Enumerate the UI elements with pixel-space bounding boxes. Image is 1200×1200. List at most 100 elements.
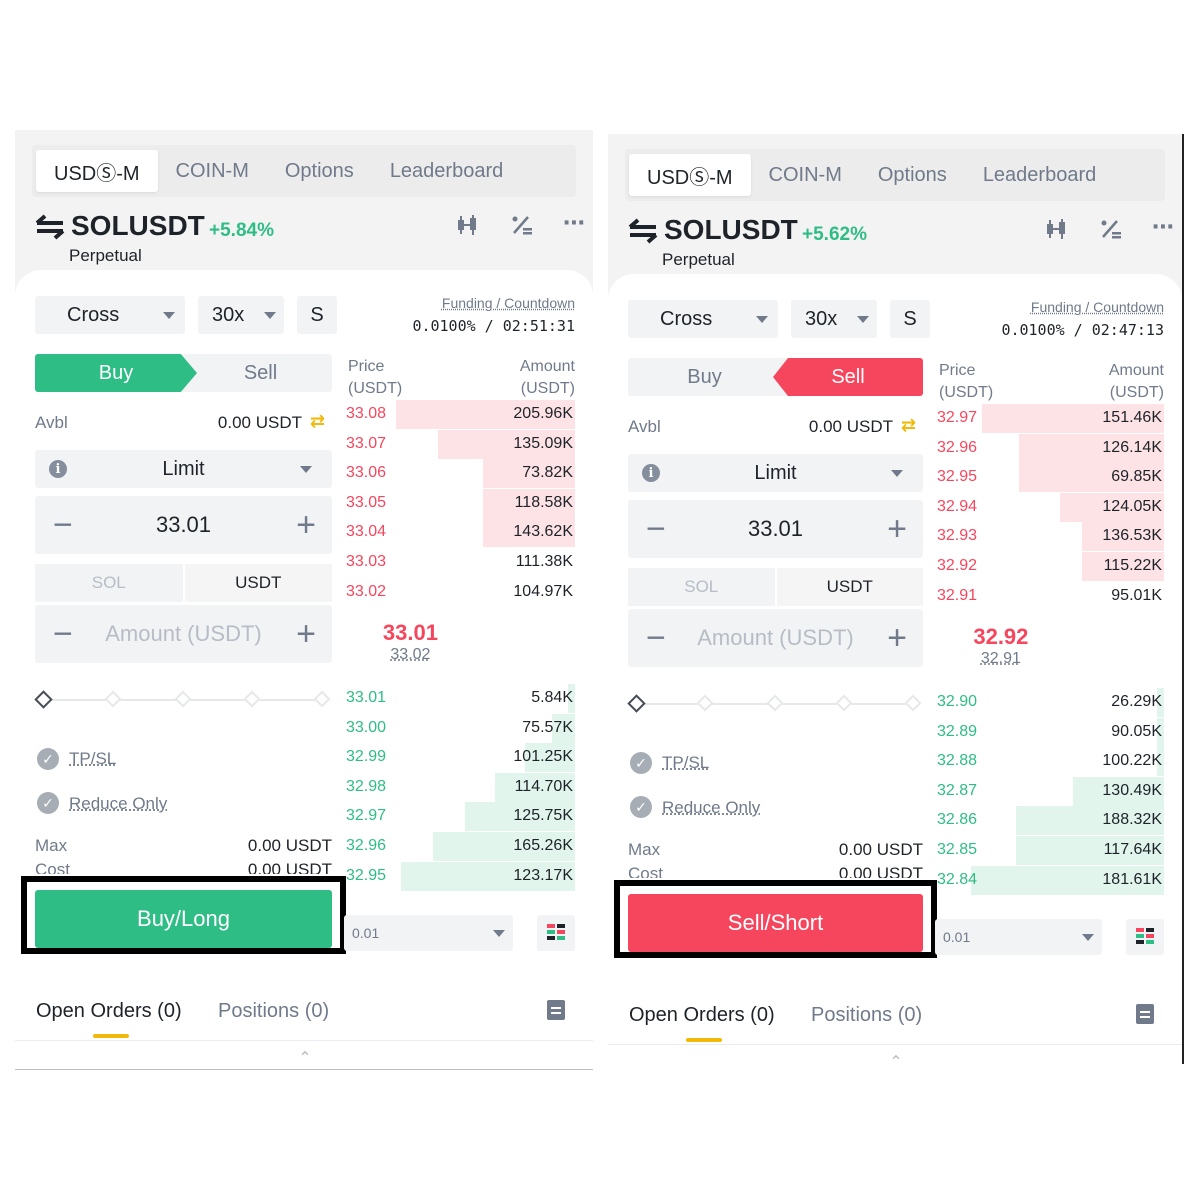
expand-chevron-icon[interactable]: ⌃	[889, 1052, 902, 1062]
slider-handle[interactable]	[627, 694, 646, 713]
tab-coin-m[interactable]: COIN-M	[158, 150, 267, 192]
reduce-only-checkbox[interactable]: ✓	[37, 792, 59, 814]
ask-row[interactable]: 32.93 136.53K	[937, 522, 1164, 552]
percent-calculator-icon[interactable]	[509, 214, 535, 242]
leverage-slider[interactable]	[627, 694, 923, 714]
bid-row[interactable]: 32.96 165.26K	[346, 832, 575, 861]
reduce-only-label[interactable]: Reduce Only	[69, 794, 167, 814]
leverage-slider[interactable]	[34, 690, 332, 710]
last-price-block[interactable]: 32.92 32.91	[939, 624, 1063, 668]
plus-icon[interactable]: +	[887, 500, 907, 558]
asset-mode-button[interactable]: S	[890, 300, 930, 338]
candlestick-chart-icon[interactable]	[1044, 218, 1070, 246]
unit-sol[interactable]: SOL	[628, 568, 775, 606]
tab-positions[interactable]: Positions (0)	[218, 1000, 329, 1023]
leverage-select[interactable]: 30x	[198, 296, 284, 334]
bid-row[interactable]: 32.85 117.64K	[937, 836, 1164, 865]
buy-sell-toggle[interactable]: Buy Sell	[35, 354, 332, 392]
symbol-name[interactable]: SOLUSDT	[71, 210, 205, 242]
ask-row[interactable]: 33.08 205.96K	[346, 400, 575, 429]
tpsl-checkbox[interactable]: ✓	[630, 752, 652, 774]
price-input[interactable]: −33.01 +	[35, 496, 332, 554]
tpsl-checkbox[interactable]: ✓	[37, 748, 59, 770]
unit-usdt[interactable]: USDT	[776, 568, 923, 606]
bid-row[interactable]: 32.89 90.05K	[937, 717, 1164, 747]
ask-row[interactable]: 32.95 69.85K	[937, 463, 1164, 493]
sell-tab[interactable]: Sell	[189, 354, 332, 392]
tab-positions[interactable]: Positions (0)	[811, 1004, 922, 1027]
bid-row[interactable]: 32.88 100.22K	[937, 747, 1164, 777]
sell-tab[interactable]: Sell	[773, 358, 923, 396]
ask-row[interactable]: 32.94 124.05K	[937, 492, 1164, 522]
tab-options[interactable]: Options	[860, 154, 965, 196]
unit-toggle[interactable]: SOL USDT	[35, 564, 332, 602]
tab-usds-m[interactable]: USDⓈ-M	[36, 150, 158, 192]
plus-icon[interactable]: +	[296, 496, 316, 554]
bid-row[interactable]: 32.98 114.70K	[346, 772, 575, 802]
swap-arrows-icon[interactable]	[33, 214, 67, 240]
ask-row[interactable]: 33.02 104.97K	[346, 578, 575, 607]
bid-row[interactable]: 32.90 26.29K	[937, 688, 1164, 717]
tab-open-orders[interactable]: Open Orders (0)	[629, 1004, 775, 1027]
bid-row[interactable]: 33.01 5.84K	[346, 684, 575, 713]
plus-icon[interactable]: +	[296, 605, 316, 663]
ask-row[interactable]: 32.92 115.22K	[937, 552, 1164, 581]
orders-history-icon[interactable]	[547, 1000, 565, 1020]
transfer-icon[interactable]: ⇄	[901, 415, 916, 436]
order-book-layout-icon[interactable]	[537, 915, 575, 951]
tab-options[interactable]: Options	[267, 150, 372, 192]
tab-leaderboard[interactable]: Leaderboard	[372, 150, 521, 192]
bid-row[interactable]: 33.00 75.57K	[346, 713, 575, 743]
unit-usdt[interactable]: USDT	[184, 564, 332, 602]
percent-calculator-icon[interactable]	[1098, 218, 1124, 246]
order-book-layout-icon[interactable]	[1126, 919, 1164, 955]
orders-history-icon[interactable]	[1136, 1004, 1154, 1024]
ask-row[interactable]: 33.05 118.58K	[346, 488, 575, 518]
price-input[interactable]: −33.01 +	[628, 500, 923, 558]
ask-row[interactable]: 33.03 111.38K	[346, 548, 575, 577]
reduce-only-label[interactable]: Reduce Only	[662, 798, 760, 818]
ask-row[interactable]: 32.96 126.14K	[937, 433, 1164, 463]
ask-row[interactable]: 32.97 151.46K	[937, 404, 1164, 433]
slider-handle[interactable]	[34, 690, 53, 709]
tpsl-label[interactable]: TP/SL	[69, 749, 116, 769]
tab-open-orders[interactable]: Open Orders (0)	[36, 1000, 182, 1023]
last-price-block[interactable]: 33.01 33.02	[348, 620, 473, 664]
amount-input[interactable]: − Amount (USDT) +	[35, 605, 332, 663]
symbol-name[interactable]: SOLUSDT	[664, 214, 798, 246]
unit-sol[interactable]: SOL	[35, 564, 183, 602]
more-icon[interactable]: ⋯	[563, 210, 586, 236]
leverage-select[interactable]: 30x	[791, 300, 877, 338]
bid-row[interactable]: 32.99 101.25K	[346, 743, 575, 773]
bid-row[interactable]: 32.84 181.61K	[937, 865, 1164, 895]
margin-mode-select[interactable]: Cross	[35, 296, 185, 334]
ask-row[interactable]: 33.04 143.62K	[346, 518, 575, 548]
bid-row[interactable]: 32.97 125.75K	[346, 802, 575, 832]
unit-toggle[interactable]: SOL USDT	[628, 568, 923, 606]
precision-select[interactable]: 0.01	[344, 915, 513, 951]
tab-leaderboard[interactable]: Leaderboard	[965, 154, 1114, 196]
order-type-select[interactable]: i Limit	[35, 450, 332, 488]
reduce-only-checkbox[interactable]: ✓	[630, 796, 652, 818]
buy-tab[interactable]: Buy	[35, 354, 197, 392]
ask-row[interactable]: 33.07 135.09K	[346, 429, 575, 459]
tab-coin-m[interactable]: COIN-M	[751, 154, 860, 196]
buy-sell-toggle[interactable]: Buy Sell	[628, 358, 923, 396]
margin-mode-select[interactable]: Cross	[628, 300, 778, 338]
expand-chevron-icon[interactable]: ⌃	[298, 1048, 311, 1068]
more-icon[interactable]: ⋯	[1152, 214, 1175, 240]
buy-tab[interactable]: Buy	[628, 358, 781, 396]
tpsl-label[interactable]: TP/SL	[662, 753, 709, 773]
candlestick-chart-icon[interactable]	[455, 214, 481, 242]
swap-arrows-icon[interactable]	[626, 218, 660, 244]
precision-select[interactable]: 0.01	[935, 919, 1102, 955]
bid-row[interactable]: 32.86 188.32K	[937, 806, 1164, 836]
amount-input[interactable]: − Amount (USDT) +	[628, 609, 923, 667]
transfer-icon[interactable]: ⇄	[310, 411, 325, 432]
ask-row[interactable]: 32.91 95.01K	[937, 582, 1164, 611]
asset-mode-button[interactable]: S	[297, 296, 337, 334]
plus-icon[interactable]: +	[887, 609, 907, 667]
bid-row[interactable]: 32.95 123.17K	[346, 861, 575, 891]
tab-usds-m[interactable]: USDⓈ-M	[629, 154, 751, 196]
order-type-select[interactable]: i Limit	[628, 454, 923, 492]
